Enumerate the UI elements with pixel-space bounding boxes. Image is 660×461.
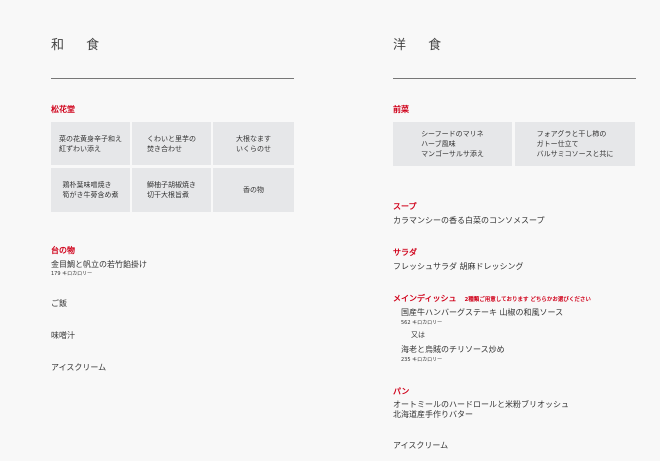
dessert-item: アイスクリーム — [393, 441, 449, 450]
yoshoku-title: 洋 食 — [393, 38, 451, 53]
calories: 562 キロカロリー — [401, 320, 443, 326]
menu-cell: 鶏朴葉味噌焼き 筍がき牛蒡含め煮 — [51, 168, 130, 212]
rice-item: ご飯 — [51, 299, 67, 308]
section-bread: パン — [393, 387, 410, 396]
miso-item: 味噌汁 — [51, 331, 75, 340]
menu-cell: 香の物 — [213, 168, 294, 212]
washoku-title: 和 食 — [51, 38, 109, 53]
menu-cell: 鰤柚子胡椒焼き 切干大根旨煮 — [132, 168, 211, 212]
section-dai: 台の物 — [51, 246, 75, 255]
cell-text: 鶏朴葉味噌焼き 筍がき牛蒡含め煮 — [62, 181, 119, 199]
cell-text: 大根なます いくらのせ — [236, 134, 271, 153]
cell-text: くわいと里芋の 焚き合わせ — [147, 134, 196, 153]
menu-cell: くわいと里芋の 焚き合わせ — [132, 122, 211, 165]
section-soup: スープ — [393, 202, 417, 211]
menu-cell: フォアグラと干し柿の ガトー仕立て バルサミコソースと共に — [515, 122, 635, 166]
dessert-item: アイスクリーム — [51, 363, 107, 372]
section-main: メインディッシュ 2種類ご用意しております どちらかお選びください — [393, 293, 591, 304]
soup-item: カラマンシーの香る白菜のコンソメスープ — [393, 216, 545, 225]
cell-text: 鰤柚子胡椒焼き 切干大根旨煮 — [147, 181, 196, 199]
cell-text: 菜の花黄身辛子和え 紅ずわい添え — [59, 134, 122, 153]
section-salad: サラダ — [393, 248, 417, 257]
menu-cell: 大根なます いくらのせ — [213, 122, 294, 165]
calories: 179 キロカロリー — [51, 271, 93, 277]
divider — [51, 78, 294, 79]
menu-cell: シーフードのマリネ ハーブ風味 マンゴーサルサ添え — [393, 122, 512, 166]
section-zensai: 前菜 — [393, 105, 409, 114]
main-item: 国産牛ハンバーグステーキ 山椒の和風ソース — [401, 308, 564, 317]
or-text: 又は — [411, 331, 425, 339]
main-item: 海老と烏賊のチリソース炒め — [401, 345, 505, 354]
dai-item: 金目鯛と帆立の若竹餡掛け — [51, 260, 147, 269]
calories: 235 キロカロリー — [401, 357, 443, 363]
main-note: 2種類ご用意しております どちらかお選びください — [464, 297, 591, 303]
salad-item: フレッシュサラダ 胡麻ドレッシング — [393, 262, 524, 271]
cell-text: シーフードのマリネ ハーブ風味 マンゴーサルサ添え — [421, 130, 484, 158]
cell-text: 香の物 — [243, 186, 264, 194]
cell-text: フォアグラと干し柿の ガトー仕立て バルサミコソースと共に — [536, 130, 614, 158]
section-shokado: 松花堂 — [51, 105, 75, 114]
main-label: メインディッシュ — [393, 294, 457, 303]
menu-cell: 菜の花黄身辛子和え 紅ずわい添え — [51, 122, 130, 165]
butter-item: 北海道産手作りバター — [393, 410, 473, 419]
divider — [393, 78, 636, 79]
